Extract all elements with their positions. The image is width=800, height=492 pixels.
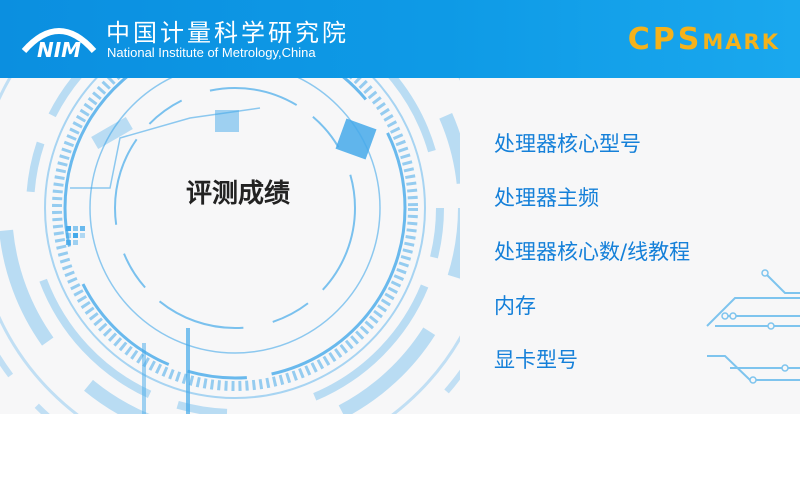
spec-item-cpu-model: 处理器核心型号 bbox=[494, 132, 641, 156]
cpsmark-logo: CPSMARK bbox=[628, 22, 780, 57]
page-title: 评测成绩 bbox=[186, 179, 291, 209]
brand-sub: MARK bbox=[702, 30, 780, 54]
spec-list: 处理器核心型号 处理器主频 处理器核心数/线教程 内存 显卡型号 bbox=[494, 128, 690, 398]
spec-item-cpu-frequency: 处理器主频 bbox=[494, 186, 599, 210]
spec-item-cpu-cores: 处理器核心数/线教程 bbox=[494, 240, 691, 264]
logo-text: NIM bbox=[37, 38, 81, 62]
org-name-chinese: 中国计量科学研究院 bbox=[106, 19, 349, 47]
circuit-lines-icon bbox=[706, 269, 800, 384]
spec-item-memory: 内存 bbox=[494, 294, 536, 318]
brand-main: CPS bbox=[627, 22, 703, 57]
header-banner: NIM 中国计量科学研究院 National Institute of Metr… bbox=[0, 0, 800, 78]
content-panel: 评测成绩 处理器核心型号 处理器主频 处理器核心数/线教程 内存 显卡型号 bbox=[0, 78, 800, 414]
tech-circle-decoration bbox=[0, 78, 460, 414]
spec-item-gpu-model: 显卡型号 bbox=[494, 348, 578, 372]
org-name-english: National Institute of Metrology,China bbox=[107, 45, 316, 60]
nim-logo-icon: NIM bbox=[21, 28, 97, 62]
